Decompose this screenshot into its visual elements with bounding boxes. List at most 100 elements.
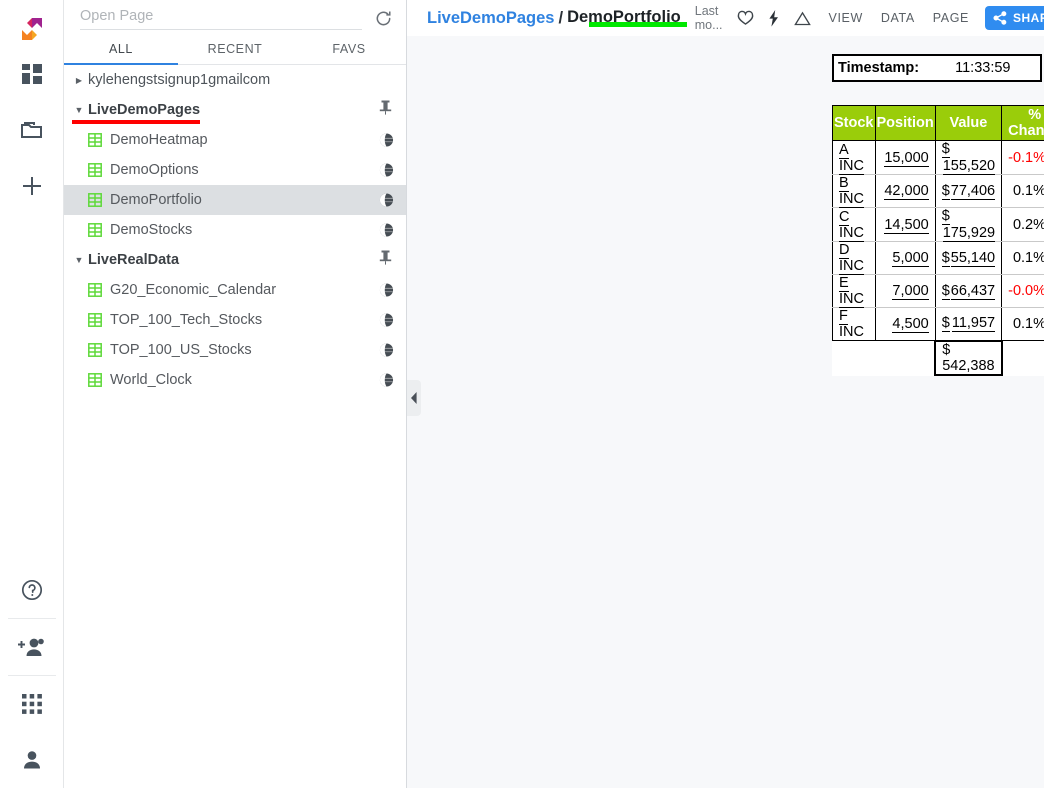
table-row[interactable]: A INC 15,000 $155,520 -0.1%▼ $-105 — [832, 140, 1044, 175]
group-label: LiveDemoPages — [88, 102, 201, 118]
cell-change: 0.1% — [1012, 250, 1044, 266]
tree-account-row[interactable]: ▶ kylehengstsignup1gmailcom — [64, 65, 406, 95]
table-row[interactable]: E INC 7,000 $66,437 -0.0%▼ $-28 — [832, 274, 1044, 308]
table-row[interactable]: B INC 42,000 $77,406 0.1%▲ $42 — [832, 174, 1044, 208]
tree-item-demostocks[interactable]: DemoStocks — [64, 215, 406, 245]
globe-icon[interactable] — [379, 283, 394, 298]
cell-position: 42,000 — [884, 183, 929, 200]
tree-item-label: DemoOptions — [110, 162, 199, 178]
cell-change: -0.1% — [1008, 149, 1044, 166]
cell-value: 11,957 — [951, 315, 996, 333]
cell-value-symbol: $ — [941, 282, 950, 300]
column-header-value[interactable]: Value — [934, 105, 1003, 141]
tab-all[interactable]: ALL — [64, 36, 178, 65]
table-row[interactable]: F INC 4,500 $11,957 0.1%▲ $16 — [832, 307, 1044, 341]
sheet-canvas[interactable]: Timestamp: 11:33:59 Stock Position Value… — [407, 36, 1044, 788]
account-label: kylehengstsignup1gmailcom — [88, 72, 271, 88]
cell-position: 7,000 — [892, 283, 929, 300]
column-header-stock[interactable]: Stock — [832, 105, 876, 141]
globe-icon[interactable] — [379, 163, 394, 178]
menu-view[interactable]: VIEW — [829, 11, 863, 25]
globe-icon[interactable] — [379, 343, 394, 358]
cell-change: 0.1% — [1012, 183, 1044, 199]
cell-position: 4,500 — [892, 316, 929, 333]
pin-icon[interactable] — [379, 250, 392, 270]
share-button[interactable]: SHARE — [985, 6, 1044, 30]
tree-item-demoportfolio[interactable]: DemoPortfolio — [64, 185, 406, 215]
cell-value: 155,520 — [942, 158, 996, 175]
breadcrumb-parent[interactable]: LiveDemoPages — [427, 9, 554, 28]
column-header-change[interactable]: % Change — [1001, 105, 1044, 141]
last-modified-label: Last mo... — [694, 4, 723, 32]
share-icon — [993, 11, 1007, 25]
chevron-down-icon[interactable]: ▼ — [70, 255, 88, 265]
cell-stock: F INC — [839, 308, 864, 341]
globe-icon[interactable] — [379, 133, 394, 148]
table-row[interactable]: C INC 14,500 $175,929 0.2%▲ $334 — [832, 207, 1044, 242]
tab-favs[interactable]: FAVS — [292, 36, 406, 64]
heart-icon[interactable] — [737, 10, 754, 26]
sidebar-collapse-handle[interactable] — [407, 380, 421, 416]
globe-icon[interactable] — [379, 223, 394, 238]
globe-icon[interactable] — [379, 313, 394, 328]
tree-item-demoheatmap[interactable]: DemoHeatmap — [64, 125, 406, 155]
chevron-down-icon[interactable]: ▼ — [70, 105, 88, 115]
cell-stock: A INC — [839, 141, 864, 175]
app-logo[interactable] — [12, 12, 52, 46]
tree-item-world-clock[interactable]: World_Clock — [64, 365, 406, 395]
dashboard-grid-icon[interactable] — [0, 46, 64, 102]
table-grid-icon — [88, 283, 102, 297]
triangle-icon[interactable] — [793, 11, 811, 26]
tree-item-label: DemoHeatmap — [110, 132, 208, 148]
page-toolbar: LiveDemoPages / DemoPortfolio Last mo... — [407, 0, 1044, 36]
chevron-left-icon — [411, 392, 417, 404]
tree-item-label: World_Clock — [110, 372, 192, 388]
share-label: SHARE — [1013, 11, 1044, 25]
folder-icon[interactable] — [0, 102, 64, 158]
explorer-tabs: ALL RECENT FAVS — [64, 36, 406, 65]
page-explorer-panel: ALL RECENT FAVS ▶ kylehengstsignup1gmail… — [64, 0, 407, 788]
table-grid-icon — [88, 313, 102, 327]
table-grid-icon — [88, 133, 102, 147]
tree-item-demooptions[interactable]: DemoOptions — [64, 155, 406, 185]
help-circle-icon[interactable] — [0, 562, 64, 618]
breadcrumb-separator: / — [558, 9, 564, 27]
plus-icon[interactable] — [0, 158, 64, 214]
cell-value-symbol: $ — [941, 315, 950, 333]
search-input[interactable] — [80, 6, 362, 30]
pin-icon[interactable] — [379, 100, 392, 120]
menu-data[interactable]: DATA — [881, 11, 915, 25]
cell-change: 0.1% — [1012, 316, 1044, 332]
cell-stock: B INC — [839, 175, 864, 208]
tree-item-label: DemoStocks — [110, 222, 193, 238]
cell-value: 77,406 — [950, 182, 996, 200]
left-icon-rail — [0, 0, 64, 788]
add-user-icon[interactable] — [0, 619, 64, 675]
chevron-right-icon[interactable]: ▶ — [70, 76, 88, 85]
tree-item-top-100-tech-stocks[interactable]: TOP_100_Tech_Stocks — [64, 305, 406, 335]
cell-value-symbol: $ — [941, 208, 950, 225]
cell-value: 55,140 — [950, 249, 996, 267]
breadcrumb: LiveDemoPages / DemoPortfolio — [427, 8, 687, 28]
cell-value-symbol: $ — [941, 141, 950, 158]
apps-grid-icon[interactable] — [0, 676, 64, 732]
globe-icon[interactable] — [379, 193, 394, 208]
refresh-icon[interactable] — [370, 5, 396, 31]
lightning-bolt-icon[interactable] — [768, 9, 780, 27]
timestamp-label: Timestamp: — [838, 60, 920, 76]
table-grid-icon — [88, 373, 102, 387]
menu-page[interactable]: PAGE — [933, 11, 969, 25]
tab-recent[interactable]: RECENT — [178, 36, 292, 64]
cell-stock: C INC — [839, 208, 864, 242]
user-avatar-icon[interactable] — [0, 732, 64, 788]
table-row[interactable]: D INC 5,000 $55,140 0.1%▲ $40 — [832, 241, 1044, 275]
column-header-position[interactable]: Position — [874, 105, 936, 141]
tree-item-label: TOP_100_US_Stocks — [110, 342, 252, 358]
tree-item-top-100-us-stocks[interactable]: TOP_100_US_Stocks — [64, 335, 406, 365]
tree-group-livedemopages[interactable]: ▼ LiveDemoPages — [64, 95, 406, 125]
table-grid-icon — [88, 343, 102, 357]
tree-item-g20-economic-calendar[interactable]: G20_Economic_Calendar — [64, 275, 406, 305]
globe-icon[interactable] — [379, 373, 394, 388]
tree-group-liverealdata[interactable]: ▼ LiveRealData — [64, 245, 406, 275]
table-grid-icon — [88, 193, 102, 207]
